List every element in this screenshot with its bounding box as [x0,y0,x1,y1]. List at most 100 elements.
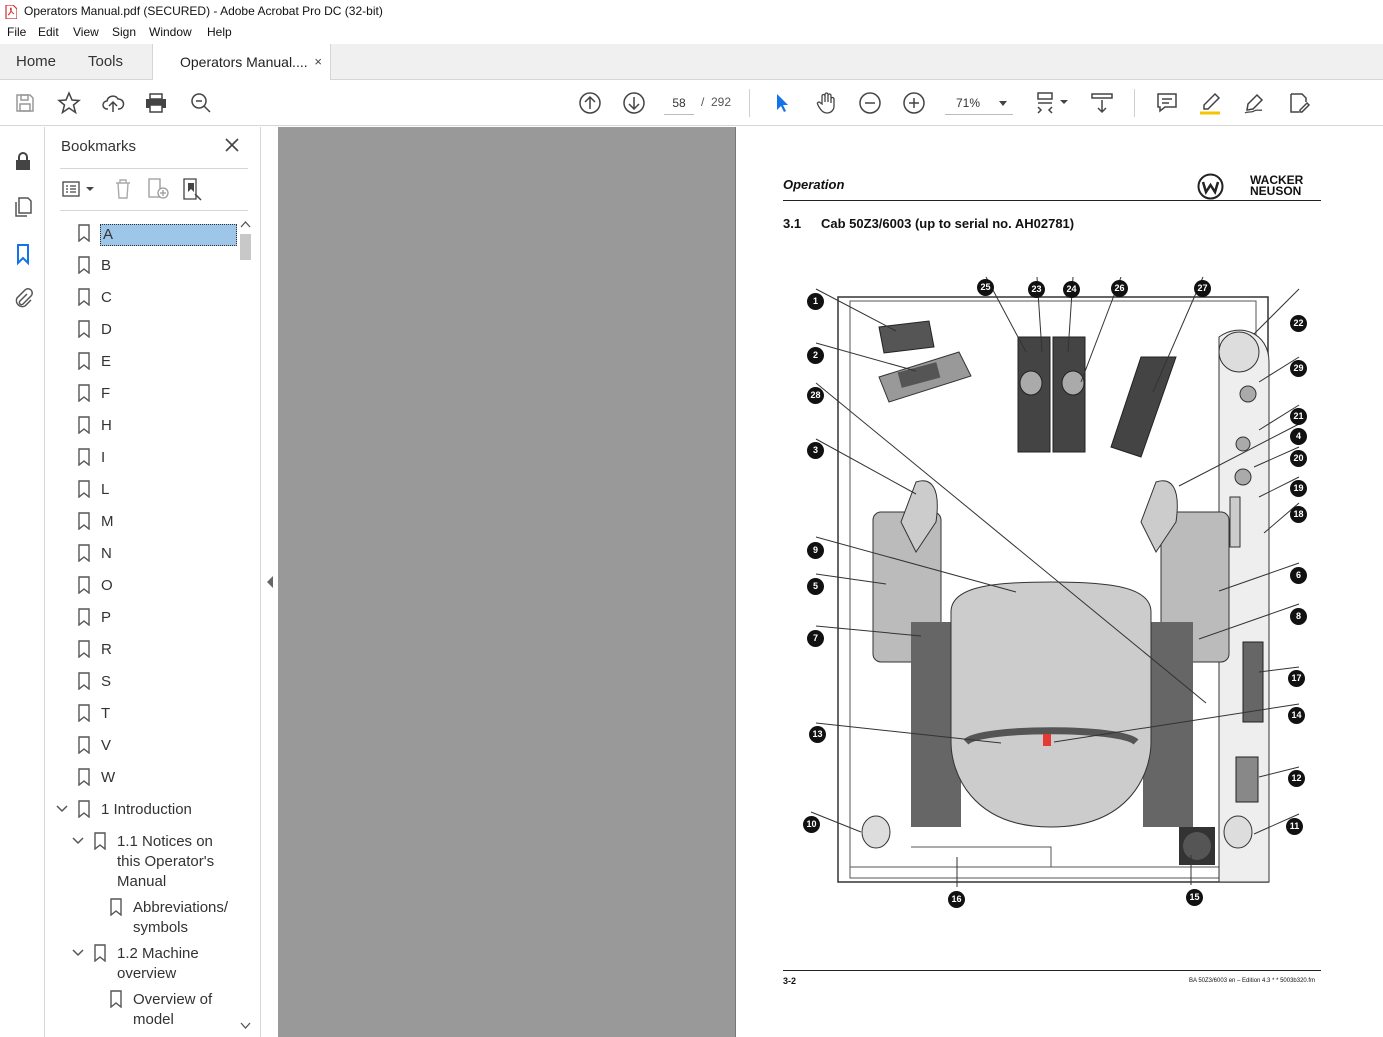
bookmark-item[interactable]: 1.2 Machine overview [45,938,238,984]
bookmark-item[interactable]: 1 Introduction [45,794,238,826]
draw-button[interactable] [1242,91,1266,115]
page-number-input[interactable]: 58 [664,91,694,115]
bookmark-icon [78,640,90,658]
panel-collapse-strip[interactable] [260,127,278,1037]
scroll-mode-button[interactable] [1090,91,1114,115]
tab-home[interactable]: Home [16,44,56,80]
previous-page-button[interactable] [578,91,602,115]
add-bookmark-icon [148,178,169,199]
print-button[interactable] [144,91,168,115]
header-rule [783,200,1321,201]
left-air-vent [861,815,891,849]
bookmark-item[interactable]: N [45,538,238,570]
pdf-file-icon [5,5,17,19]
menu-edit[interactable]: Edit [38,25,59,39]
hand-tool-button[interactable] [814,91,838,115]
bookmark-item[interactable]: E [45,346,238,378]
bookmark-item[interactable]: F [45,378,238,410]
bookmark-icon [78,416,90,434]
new-bookmark-button[interactable] [145,176,171,202]
chevron-down-icon[interactable] [72,836,84,846]
bookmark-item[interactable]: H [45,410,238,442]
tab-tools[interactable]: Tools [88,44,123,80]
tab-document[interactable]: Operators Manual.... × [152,44,331,81]
highlight-button[interactable] [1198,91,1222,115]
collapse-left-icon[interactable] [266,576,274,588]
page-thumbnails-icon[interactable] [11,195,35,219]
right-air-vent [1223,815,1253,849]
find-button[interactable] [189,91,213,115]
callout-21: 21 [1290,408,1307,425]
bookmark-item[interactable]: R [45,634,238,666]
bookmark-item[interactable]: Overview of model [45,984,238,1037]
menu-sign[interactable]: Sign [112,25,136,39]
zoom-level-select[interactable]: 71% [945,91,1013,115]
comment-button[interactable] [1155,91,1179,115]
bookmark-item[interactable]: W [45,762,238,794]
bookmark-item[interactable]: V [45,730,238,762]
seat-belt-buckle [1043,734,1051,746]
lock-icon[interactable] [11,149,35,173]
bookmark-icon [78,256,90,274]
chevron-down-icon [999,101,1007,106]
bookmark-item[interactable]: A [45,218,238,250]
cloud-upload-icon [102,95,125,112]
menu-window[interactable]: Window [149,25,192,39]
bookmark-star-button[interactable] [57,91,81,115]
bookmarks-tree: A B C D E F H I L M N O P R S T V W 1 In… [45,218,238,1037]
callout-3: 3 [807,442,824,459]
bookmark-item[interactable]: O [45,570,238,602]
bookmark-icon [78,672,90,690]
bookmark-item[interactable]: D [45,314,238,346]
bookmark-item[interactable]: T [45,698,238,730]
save-icon [16,94,34,112]
arrow-up-circle-icon [579,92,601,114]
edit-pdf-button[interactable] [1287,91,1311,115]
tab-document-label: Operators Manual.... [180,54,308,70]
zoom-out-button[interactable] [858,91,882,115]
delete-bookmark-button[interactable] [112,176,134,202]
bookmark-item[interactable]: C [45,282,238,314]
bookmark-icon [110,898,122,916]
arrow-down-circle-icon [623,92,645,114]
bookmark-item[interactable]: P [45,602,238,634]
callout-12: 12 [1288,770,1305,787]
bookmark-options-button[interactable] [61,176,97,202]
bookmark-item[interactable]: L [45,474,238,506]
tab-close-icon[interactable]: × [314,44,322,80]
scroll-down-icon[interactable] [240,1022,251,1029]
bookmark-panel-icon[interactable] [11,242,35,266]
menu-file[interactable]: File [7,25,26,39]
find-bookmark-button[interactable] [181,176,205,202]
bookmark-item[interactable]: M [45,506,238,538]
bookmark-item[interactable]: I [45,442,238,474]
bookmark-icon [78,800,90,818]
bookmarks-scrollbar[interactable] [238,218,253,1034]
attachment-icon[interactable] [11,287,35,311]
logo-wordmark-bottom: NEUSON [1250,184,1302,198]
select-tool-button[interactable] [770,91,794,115]
scrollbar-thumb[interactable] [240,234,251,260]
menu-help[interactable]: Help [207,25,232,39]
chevron-down-icon[interactable] [72,948,84,958]
bookmark-item[interactable]: B [45,250,238,282]
zoom-in-button[interactable] [902,91,926,115]
callout-10: 10 [803,816,820,833]
bookmark-item[interactable]: 1.1 Notices on this Operator's Manual [45,826,238,892]
callout-26: 26 [1111,280,1128,297]
bookmark-item[interactable]: S [45,666,238,698]
left-travel-lever [1019,370,1043,396]
left-rail [0,127,45,1037]
save-button[interactable] [13,91,37,115]
chevron-down-icon[interactable] [56,804,68,814]
upload-button[interactable] [101,91,125,115]
scroll-up-icon[interactable] [240,221,251,228]
pdf-page[interactable]: Operation WACKER NEUSON 3.1 Cab 50Z3/600… [735,127,1383,1037]
minus-circle-icon [859,92,881,114]
next-page-button[interactable] [622,91,646,115]
page-display-button[interactable] [1035,91,1069,115]
right-travel-lever [1061,370,1085,396]
menu-view[interactable]: View [73,25,99,39]
close-icon[interactable] [224,137,240,153]
bookmark-item[interactable]: Abbreviations/ symbols [45,892,238,938]
